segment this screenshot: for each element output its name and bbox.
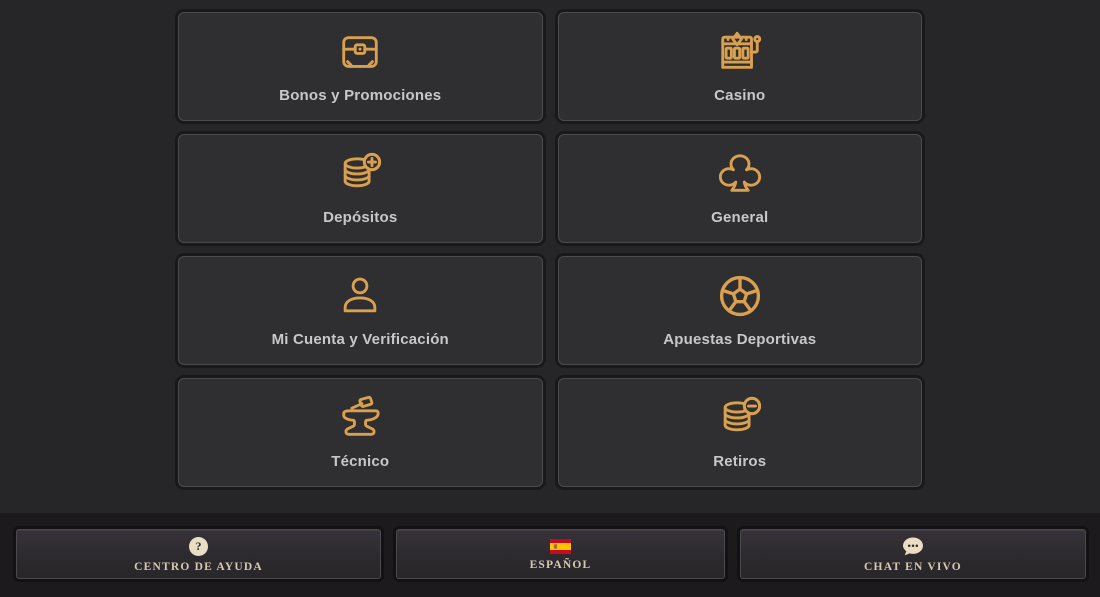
category-card-mi-cuenta-y-verificacion[interactable]: Mi Cuenta y Verificación <box>178 256 543 365</box>
category-label: Retiros <box>713 454 766 469</box>
category-card-casino[interactable]: Casino <box>558 12 923 121</box>
live-chat-button[interactable]: CHAT EN VIVO <box>740 529 1086 579</box>
category-label: Casino <box>714 88 765 103</box>
category-label: Bonos y Promociones <box>279 88 441 103</box>
chat-bubble-icon <box>902 536 924 556</box>
person-icon <box>337 273 383 319</box>
category-card-apuestas-deportivas[interactable]: Apuestas Deportivas <box>558 256 923 365</box>
footer-bar: ? CENTRO DE AYUDA ESPAÑOL CHAT EN VIVO <box>0 513 1100 597</box>
question-mark-icon: ? <box>189 537 208 556</box>
language-label: ESPAÑOL <box>530 560 592 572</box>
anvil-hammer-icon <box>337 395 383 441</box>
language-selector-button[interactable]: ESPAÑOL <box>396 529 725 579</box>
category-label: General <box>711 210 768 225</box>
category-label: Mi Cuenta y Verificación <box>272 332 449 347</box>
category-label: Depósitos <box>323 210 397 225</box>
spain-flag-icon <box>550 539 571 554</box>
category-label: Apuestas Deportivas <box>663 332 816 347</box>
slot-machine-icon <box>717 29 763 75</box>
soccer-ball-icon <box>717 273 763 319</box>
category-card-bonos-y-promociones[interactable]: Bonos y Promociones <box>178 12 543 121</box>
category-card-tecnico[interactable]: Técnico <box>178 378 543 487</box>
help-center-label: CENTRO DE AYUDA <box>134 562 263 574</box>
coins-minus-icon <box>717 395 763 441</box>
category-card-general[interactable]: General <box>558 134 923 243</box>
category-card-retiros[interactable]: Retiros <box>558 378 923 487</box>
help-category-grid: Bonos y Promociones Casino <box>178 12 922 487</box>
live-chat-label: CHAT EN VIVO <box>864 562 962 574</box>
coins-plus-icon <box>337 151 383 197</box>
category-card-depositos[interactable]: Depósitos <box>178 134 543 243</box>
help-center-button[interactable]: ? CENTRO DE AYUDA <box>16 529 381 579</box>
club-icon <box>717 151 763 197</box>
category-label: Técnico <box>331 454 389 469</box>
treasure-chest-icon <box>337 29 383 75</box>
